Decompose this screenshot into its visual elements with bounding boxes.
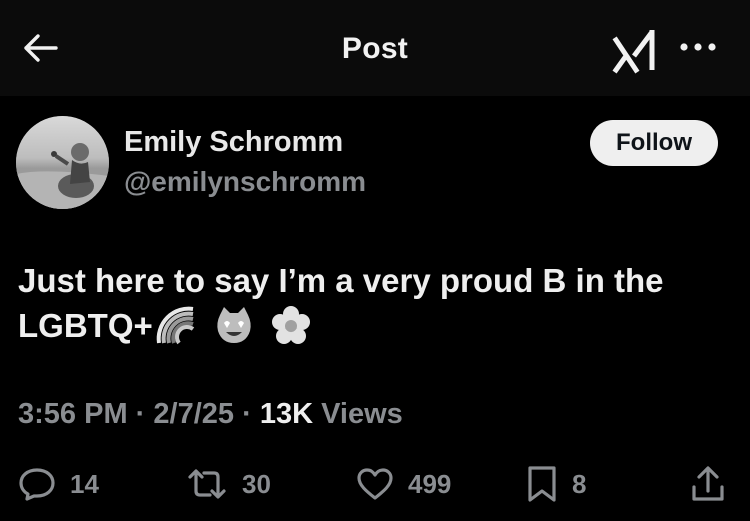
avatar[interactable] <box>16 116 109 209</box>
tweet-text-content: Just here to say I’m a very proud B in t… <box>18 262 664 344</box>
share-icon <box>690 465 726 503</box>
repost-count: 30 <box>242 468 271 499</box>
cat-heart-eyes-emoji-icon <box>214 305 254 345</box>
author-handle[interactable]: @emilynschromm <box>124 166 366 198</box>
bookmark-button[interactable]: 8 <box>526 462 586 506</box>
reply-icon <box>18 466 56 502</box>
author-name[interactable]: Emily Schromm <box>124 126 343 159</box>
bookmark-icon <box>526 465 558 503</box>
more-options-button[interactable] <box>676 36 720 60</box>
heart-icon <box>356 467 394 501</box>
meta-separator: · <box>234 398 260 430</box>
repost-icon <box>186 467 228 501</box>
post-date: 2/7/25 <box>153 398 235 430</box>
like-button[interactable]: 499 <box>356 462 451 506</box>
repost-button[interactable]: 30 <box>186 462 271 506</box>
post-page: Post Emily Schromm @emilynschromm Follow… <box>0 0 750 521</box>
follow-button[interactable]: Follow <box>590 120 718 166</box>
top-bar: Post <box>0 0 750 96</box>
ellipsis-icon <box>679 39 717 57</box>
grok-xai-icon[interactable] <box>612 26 660 74</box>
reply-count: 14 <box>70 468 99 499</box>
reply-button[interactable]: 14 <box>18 462 99 506</box>
white-flower-emoji-icon <box>271 305 311 345</box>
views-label[interactable]: Views <box>313 398 403 430</box>
tweet-text: Just here to say I’m a very proud B in t… <box>18 258 730 348</box>
views-count[interactable]: 13K <box>260 398 313 430</box>
share-button[interactable] <box>690 462 740 506</box>
like-count: 499 <box>408 468 452 499</box>
post-time: 3:56 PM <box>18 398 128 430</box>
meta-separator: · <box>127 398 154 430</box>
bookmark-count: 8 <box>572 468 587 499</box>
post-meta: 3:56 PM · 2/7/25 · 13K Views <box>18 398 403 431</box>
rainbow-emoji-icon <box>155 305 195 345</box>
